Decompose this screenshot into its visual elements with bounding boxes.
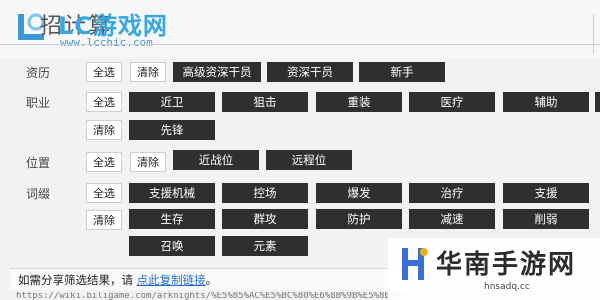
tag-debuff[interactable]: 削弱 xyxy=(503,209,589,229)
tag-supporter[interactable]: 辅助 xyxy=(503,92,589,112)
tag-senior-operator[interactable]: 高级资深干员 xyxy=(173,62,261,82)
tag-robot[interactable]: 支援机械 xyxy=(129,183,215,203)
right-divider xyxy=(593,14,594,54)
share-prefix-text: 如需分享筛选结果，请 xyxy=(18,273,137,287)
tag-summon[interactable]: 召唤 xyxy=(129,236,215,256)
share-bar: 如需分享筛选结果，请 点此复制链接。 xyxy=(10,268,402,290)
profession-select-all-button[interactable]: 全选 xyxy=(86,92,122,112)
affix-label: 词缀 xyxy=(26,187,51,201)
tag-nuker[interactable]: 爆发 xyxy=(316,183,402,203)
page-header: 招计算 LC游戏网 www.lcchic.com xyxy=(0,0,600,58)
tag-healing[interactable]: 治疗 xyxy=(409,183,495,203)
tag-ranged[interactable]: 远程位 xyxy=(266,150,352,170)
tag-support[interactable]: 支援 xyxy=(503,183,589,203)
tag-survival[interactable]: 生存 xyxy=(129,209,215,229)
tag-overflow-edge[interactable] xyxy=(595,92,600,112)
affix-clear-button[interactable]: 清除 xyxy=(86,210,122,230)
tag-vanguard[interactable]: 先锋 xyxy=(129,120,215,140)
tag-medic[interactable]: 医疗 xyxy=(409,92,495,112)
tag-starter[interactable]: 新手 xyxy=(359,62,445,82)
tag-elemental[interactable]: 元素 xyxy=(222,236,308,256)
share-suffix-text: 。 xyxy=(205,273,218,287)
tag-aoe[interactable]: 群攻 xyxy=(222,209,308,229)
watermark: 华南手游网 hnsadq.cc xyxy=(388,238,600,300)
tag-top-operator[interactable]: 资深干员 xyxy=(267,62,353,82)
header-divider xyxy=(0,44,600,45)
tag-crowd-control[interactable]: 控场 xyxy=(222,183,308,203)
site-url: www.lcchic.com xyxy=(60,36,153,49)
watermark-url: hnsadq.cc xyxy=(484,282,530,292)
copy-link[interactable]: 点此复制链接 xyxy=(137,273,206,287)
qualification-select-all-button[interactable]: 全选 xyxy=(86,62,122,82)
qualification-label: 资历 xyxy=(26,66,51,80)
tag-sniper[interactable]: 狙击 xyxy=(222,92,308,112)
position-clear-button[interactable]: 清除 xyxy=(130,152,166,172)
affix-select-all-button[interactable]: 全选 xyxy=(86,183,122,203)
tag-slow[interactable]: 减速 xyxy=(409,209,495,229)
profession-clear-button[interactable]: 清除 xyxy=(86,120,122,140)
tag-defense[interactable]: 防护 xyxy=(316,209,402,229)
hn-logo-icon xyxy=(402,248,428,280)
position-select-all-button[interactable]: 全选 xyxy=(86,152,122,172)
tag-melee[interactable]: 近战位 xyxy=(173,150,259,170)
watermark-title: 华南手游网 xyxy=(436,250,577,280)
position-label: 位置 xyxy=(26,156,51,170)
qualification-clear-button[interactable]: 清除 xyxy=(130,62,166,82)
profession-label: 职业 xyxy=(26,96,51,110)
tag-defender[interactable]: 重装 xyxy=(316,92,402,112)
tag-guard[interactable]: 近卫 xyxy=(129,92,215,112)
share-url[interactable]: https://wiki.biligame.com/arknights/%E5%… xyxy=(10,292,408,300)
